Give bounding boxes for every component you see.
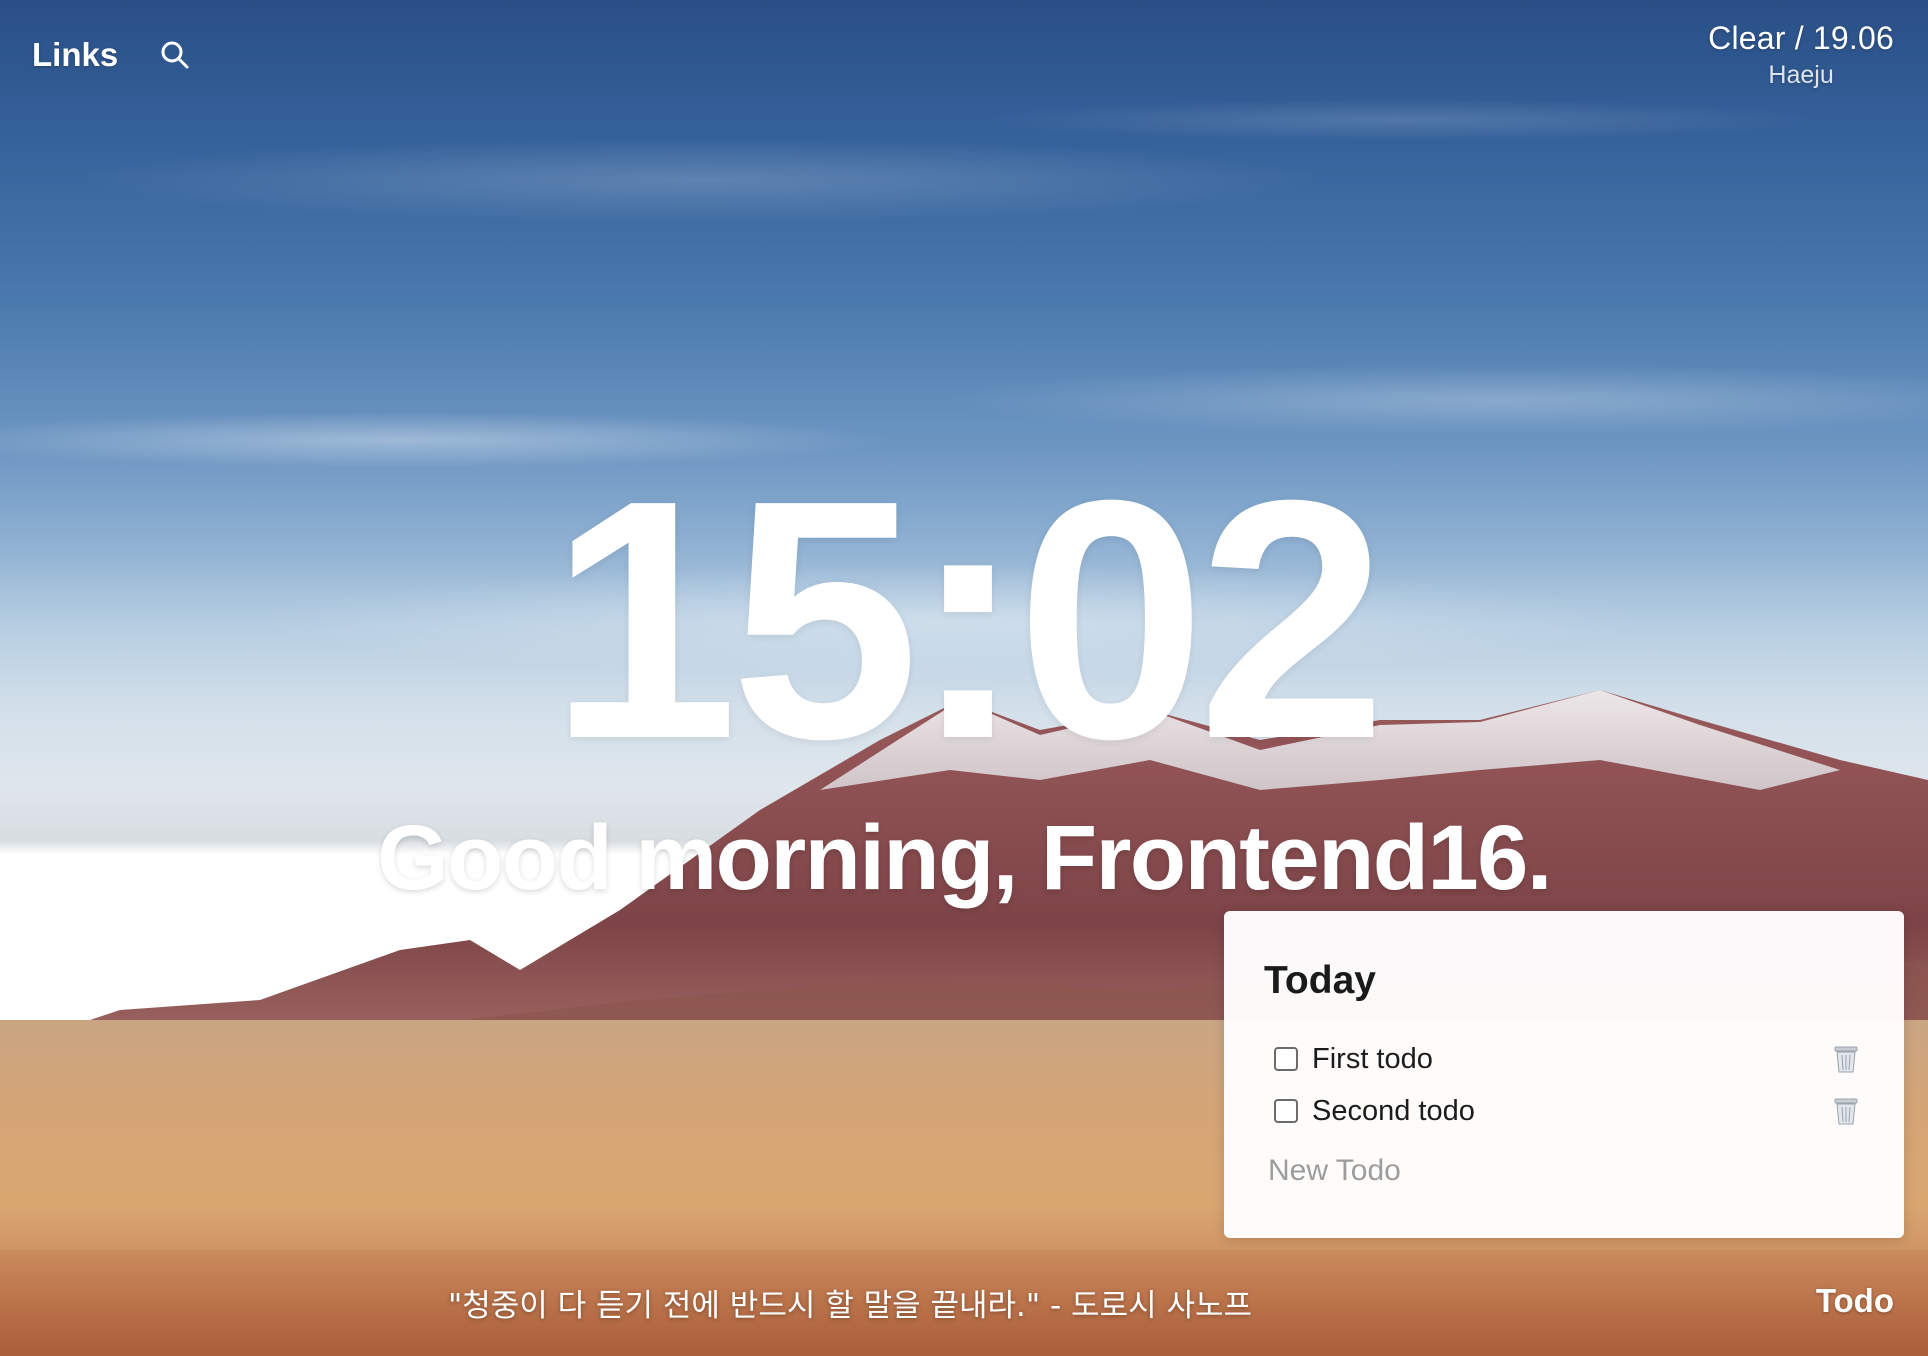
search-icon[interactable] xyxy=(158,38,192,72)
new-todo-input[interactable] xyxy=(1264,1153,1830,1189)
weather-summary: Clear / 19.06 xyxy=(1708,20,1894,56)
todo-label: First todo xyxy=(1312,1042,1433,1075)
weather-city: Haeju xyxy=(1768,61,1834,89)
trash-icon[interactable] xyxy=(1832,1096,1860,1126)
todo-toggle-button[interactable]: Todo xyxy=(1816,1282,1894,1320)
clock-time: 15:02 xyxy=(549,430,1387,810)
todo-panel: Today First todo Second todo xyxy=(1224,911,1904,1238)
todo-label: Second todo xyxy=(1312,1094,1475,1127)
trash-icon[interactable] xyxy=(1832,1044,1860,1074)
links-button[interactable]: Links xyxy=(32,36,118,74)
todo-title: Today xyxy=(1264,959,1376,1002)
todo-checkbox[interactable] xyxy=(1274,1047,1298,1071)
weather-widget: Clear / 19.06 Haeju xyxy=(1708,20,1894,90)
background-scene: Links Clear / 19.06 Haeju 15:02 Good mor… xyxy=(0,0,1928,1356)
quote-text: "청중이 다 듣기 전에 반드시 할 말을 끝내라." - 도로시 사노프 xyxy=(447,1288,1253,1324)
todo-item: First todo xyxy=(1264,1033,1864,1085)
todo-item: Second todo xyxy=(1264,1085,1864,1137)
todo-checkbox[interactable] xyxy=(1274,1099,1298,1123)
greeting-text: Good morning, Frontend16. xyxy=(377,807,1552,909)
